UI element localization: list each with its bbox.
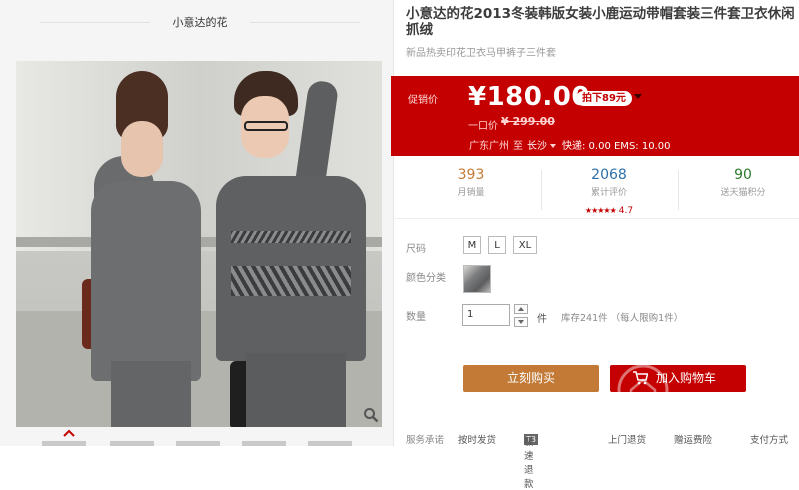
services-label: 服务承诺 xyxy=(406,435,445,446)
divider xyxy=(250,22,360,23)
stat-value: 2068 xyxy=(591,167,627,183)
model-pants xyxy=(111,361,191,427)
thumbnail[interactable] xyxy=(242,441,286,446)
zoom-icon[interactable] xyxy=(363,407,379,423)
promo-price-label: 促销价 xyxy=(408,95,438,106)
divider xyxy=(40,22,150,23)
caret-down-icon[interactable] xyxy=(634,94,642,99)
model-glasses xyxy=(244,121,288,131)
stat-reviews[interactable]: 2068 累计评价 ★★★★★ 4.7 xyxy=(544,166,674,217)
stat-label: 送天猫积分 xyxy=(720,188,766,198)
size-option-l[interactable]: L xyxy=(488,236,506,254)
rating-stars-icon: ★★★★★ xyxy=(584,206,617,215)
original-price: ¥ 299.00 xyxy=(501,115,555,128)
color-option-swatch[interactable] xyxy=(463,265,491,293)
quantity-unit: 件 xyxy=(537,314,547,325)
stat-monthly-sales: 393 月销量 xyxy=(406,166,536,198)
size-option-m[interactable]: M xyxy=(463,236,481,254)
product-main-image[interactable] xyxy=(16,61,382,427)
sales-stats: 393 月销量 2068 累计评价 ★★★★★ 4.7 90 送天猫积分 xyxy=(406,166,799,216)
color-label: 颜色分类 xyxy=(406,273,446,284)
quantity-increase-button[interactable] xyxy=(514,304,528,314)
thumbnail-strip xyxy=(42,441,362,446)
thumbnail[interactable] xyxy=(308,441,352,446)
service-item-label: 极速退款 xyxy=(524,437,534,490)
quantity-input[interactable]: 1 xyxy=(462,304,510,326)
stat-value: 90 xyxy=(734,167,752,183)
shop-header: 小意达的花 xyxy=(0,0,393,46)
promo-price: ¥180.00 xyxy=(468,82,590,112)
service-item[interactable]: 上门退货 xyxy=(608,432,646,446)
stock-info: 库存241件 （每人限购1件） xyxy=(561,313,684,324)
product-title: 小意达的花2013冬装韩版女装小鹿运动带帽套装三件套卫衣休闲抓绒 xyxy=(406,6,795,38)
size-label: 尺码 xyxy=(406,244,426,255)
model-hoodie xyxy=(91,181,201,381)
divider xyxy=(391,218,799,219)
shipping-fee: 快递: 0.00 EMS: 10.00 xyxy=(562,141,671,152)
service-promises: 服务承诺 按时发货 T3 极速退款 上门退货 赠运费险 支付方式 xyxy=(406,430,799,490)
stat-points: 90 送天猫积分 xyxy=(678,166,799,198)
model-pants xyxy=(246,353,346,427)
product-gallery-panel: 小意达的花 xyxy=(0,0,394,446)
thumbnail[interactable] xyxy=(110,441,154,446)
service-item[interactable]: 赠运费险 xyxy=(674,432,712,446)
sweater-pattern xyxy=(231,266,351,296)
stat-label: 累计评价 xyxy=(590,188,627,198)
shipping-info: 广东广州至长沙 快递: 0.00 EMS: 10.00 xyxy=(469,137,670,152)
service-item[interactable]: 支付方式 xyxy=(750,432,788,446)
rating-value: 4.7 xyxy=(618,206,634,216)
ship-origin: 广东广州 xyxy=(469,141,509,152)
product-subtitle: 新品热卖印花卫衣马甲裤子三件套 xyxy=(406,48,556,59)
discount-badge[interactable]: 拍下89元 xyxy=(576,91,632,106)
ship-to: 至 xyxy=(513,141,523,152)
original-price-label: 一口价 xyxy=(468,121,498,132)
thumbnail[interactable] xyxy=(42,441,86,446)
quantity-label: 数量 xyxy=(406,312,426,323)
shop-name[interactable]: 小意达的花 xyxy=(160,14,240,30)
ship-destination-select[interactable]: 长沙 xyxy=(527,141,556,152)
stat-label: 月销量 xyxy=(457,188,485,198)
sweater-pattern xyxy=(231,231,351,243)
quantity-decrease-button[interactable] xyxy=(514,317,528,327)
chevron-up-icon[interactable] xyxy=(63,428,75,438)
size-option-xl[interactable]: XL xyxy=(513,236,537,254)
model-face xyxy=(121,121,163,177)
divider xyxy=(541,170,542,210)
thumbnail[interactable] xyxy=(176,441,220,446)
watermark-logo-icon xyxy=(617,364,669,416)
caret-down-icon xyxy=(550,144,556,148)
service-item[interactable]: 按时发货 xyxy=(458,432,496,446)
buy-now-button[interactable]: 立刻购买 xyxy=(463,365,599,392)
stat-value: 393 xyxy=(457,167,485,183)
ship-destination: 长沙 xyxy=(527,141,547,152)
